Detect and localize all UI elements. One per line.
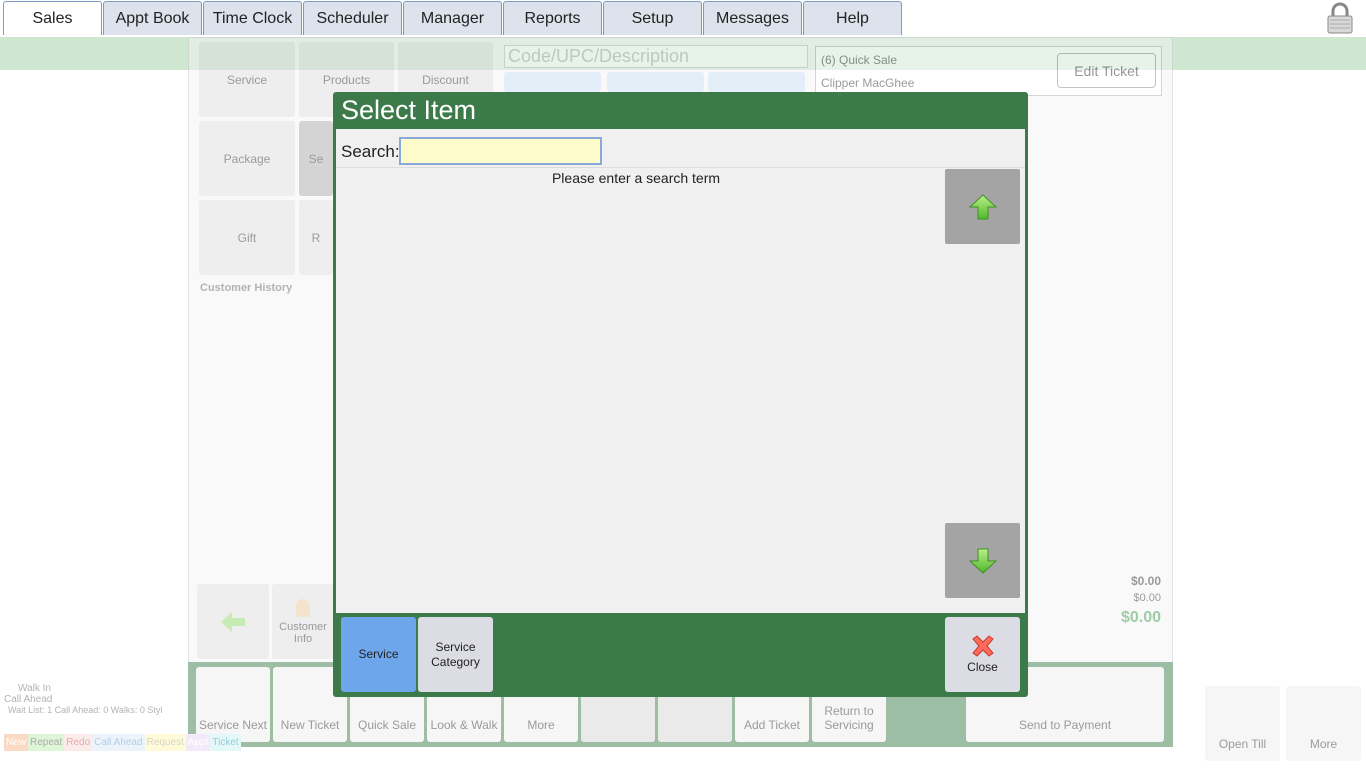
legend-request: Request (144, 734, 186, 751)
divider (336, 167, 1025, 168)
legend-ticket: Ticket (210, 734, 241, 751)
legend-appt: Appt (185, 734, 211, 751)
tab-help[interactable]: Help (803, 1, 902, 35)
service-next-button[interactable]: Service Next (196, 667, 270, 742)
ticket-number: (6) Quick Sale (821, 53, 898, 67)
right-more-button[interactable]: More (1286, 686, 1361, 761)
tab-scheduler[interactable]: Scheduler (303, 1, 402, 35)
person-icon (296, 598, 310, 617)
arrow-down-icon (968, 548, 997, 574)
legend-call-ahead: Call Ahead (92, 734, 145, 751)
arrow-up-icon (968, 193, 997, 219)
customer-info-label: Customer Info (279, 620, 327, 645)
top-navigation: Sales Appt Book Time Clock Scheduler Man… (0, 0, 1366, 37)
search-input[interactable] (399, 137, 602, 165)
tab-manager[interactable]: Manager (403, 1, 502, 35)
category-button-2[interactable] (607, 72, 704, 92)
tile-r[interactable]: R (299, 200, 333, 275)
dialog-title: Select Item (341, 95, 477, 125)
service-category-type-button[interactable]: Service Category (418, 617, 493, 692)
lock-icon[interactable] (1326, 2, 1354, 34)
close-button[interactable]: Close (945, 617, 1020, 692)
tile-se[interactable]: Se (299, 121, 333, 196)
empty-results-message: Please enter a search term (551, 170, 721, 186)
scroll-down-button[interactable] (945, 523, 1020, 598)
tab-setup[interactable]: Setup (603, 1, 702, 35)
category-button-1[interactable] (504, 72, 601, 92)
category-button-3[interactable] (708, 72, 805, 92)
dialog-body (336, 129, 1025, 613)
ticket-stylist: Clipper MacGhee (821, 76, 915, 90)
edit-ticket-button[interactable]: Edit Ticket (1057, 53, 1156, 88)
tile-service[interactable]: Service (199, 42, 295, 117)
customer-info-button[interactable]: Customer Info (272, 584, 334, 659)
legend-repeat: Repeat (28, 734, 65, 751)
subtotal-value: $0.00 (1130, 574, 1161, 588)
ticket-totals: $0.00 $0.00 $0.00 (1026, 574, 1161, 627)
service-type-button[interactable]: Service (341, 617, 416, 692)
tile-package[interactable]: Package (199, 121, 295, 196)
close-icon (971, 634, 994, 657)
grand-total-value: $0.00 (1120, 609, 1161, 626)
code-search-field[interactable]: Code/UPC/Description (504, 45, 808, 68)
legend-redo: Redo (64, 734, 93, 751)
call-ahead-label: Call Ahead (4, 694, 53, 705)
tab-sales[interactable]: Sales (3, 1, 102, 35)
tile-gift[interactable]: Gift (199, 200, 295, 275)
walk-in-panel: Walk In Call Ahead Wait List: 1 Call Ahe… (0, 683, 241, 768)
legend-new: New (4, 734, 29, 751)
tab-time-clock[interactable]: Time Clock (203, 1, 302, 35)
status-legend: New Repeat Redo Call Ahead Request Appt Ticket (4, 734, 241, 751)
back-arrow-button[interactable] (197, 584, 269, 659)
tax-value: $0.00 (1133, 592, 1161, 604)
wait-stats: Wait List: 1 Call Ahead: 0 Walks: 0 Styl (8, 705, 163, 715)
tab-messages[interactable]: Messages (703, 1, 802, 35)
open-till-button[interactable]: Open Till (1205, 686, 1280, 761)
customer-history-label: Customer History (200, 282, 293, 294)
tab-reports[interactable]: Reports (503, 1, 602, 35)
search-label: Search: (341, 142, 400, 161)
walk-in-label: Walk In (18, 683, 51, 694)
scroll-up-button[interactable] (945, 169, 1020, 244)
tab-appt-book[interactable]: Appt Book (103, 1, 202, 35)
